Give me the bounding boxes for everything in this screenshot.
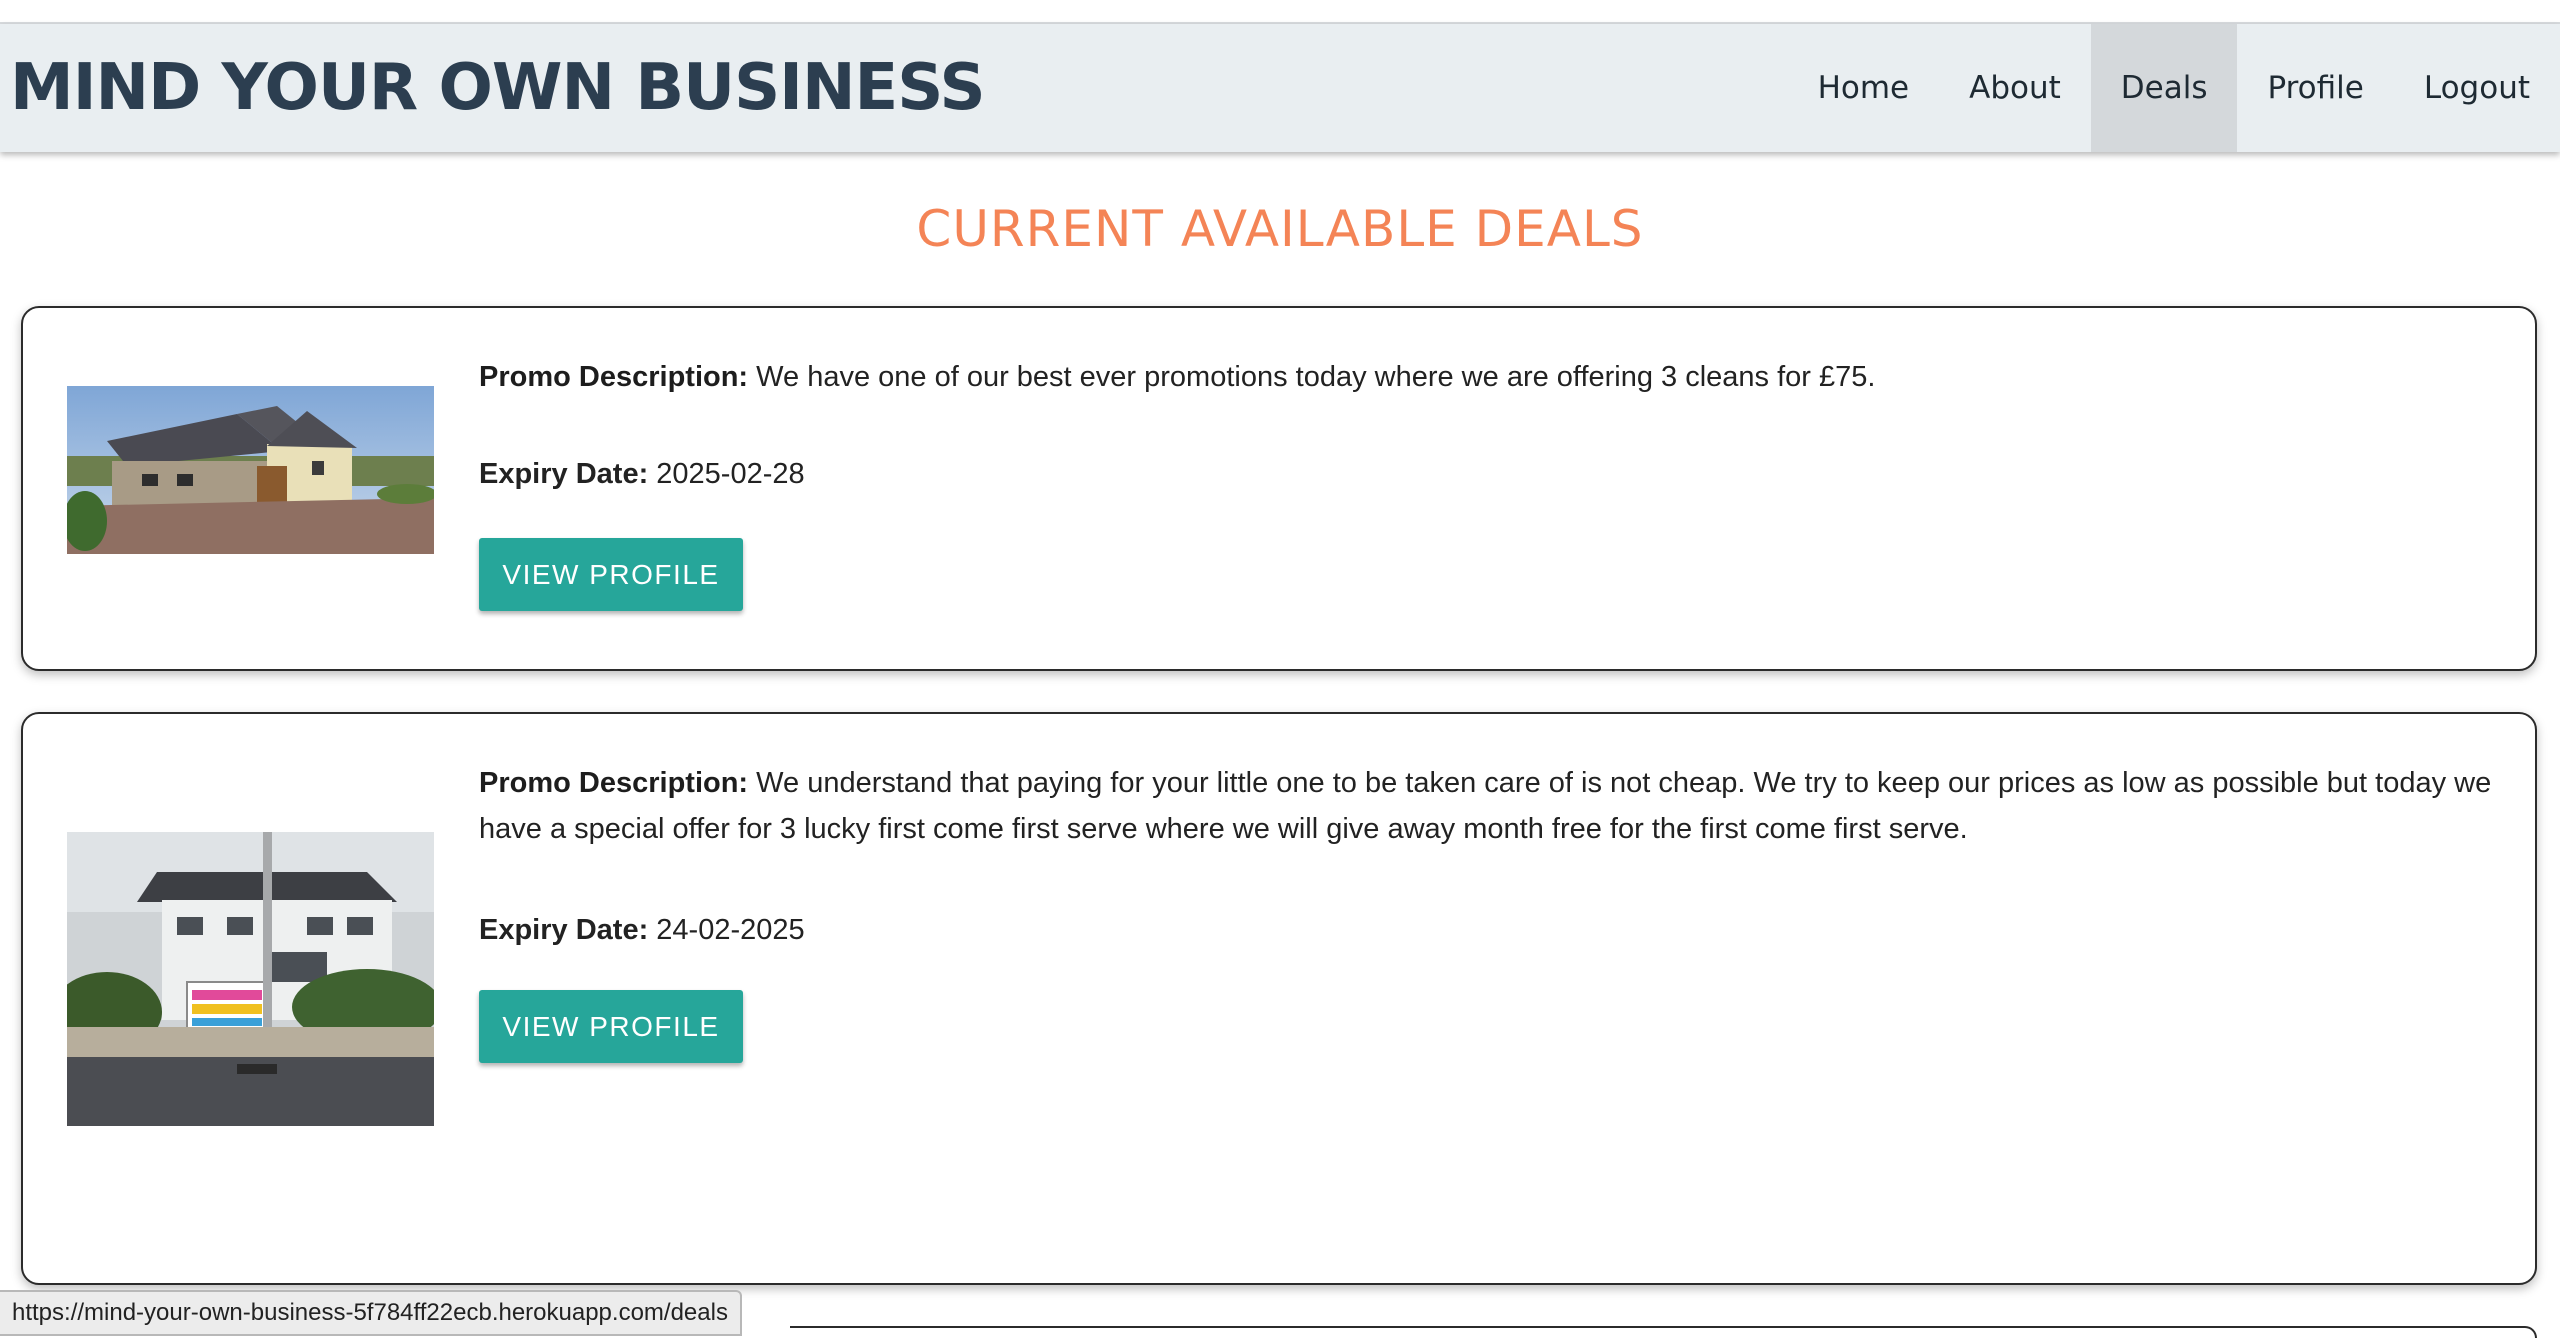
nav-link-deals[interactable]: Deals bbox=[2090, 24, 2238, 152]
promo-description: Promo Description: We understand that pa… bbox=[479, 760, 2495, 852]
promo-text: We understand that paying for your littl… bbox=[479, 767, 2492, 845]
page-title: CURRENT AVAILABLE DEALS bbox=[916, 200, 1644, 258]
view-profile-button[interactable]: VIEW PROFILE bbox=[479, 990, 743, 1063]
promo-description: Promo Description: We have one of our be… bbox=[479, 354, 2495, 400]
expiry-value: 24-02-2025 bbox=[656, 914, 805, 946]
promo-text: We have one of our best ever promotions … bbox=[756, 361, 1876, 393]
deal-card: Promo Description: We have one of our be… bbox=[21, 306, 2537, 671]
promo-label: Promo Description: bbox=[479, 767, 749, 799]
expiry-date: Expiry Date: 24-02-2025 bbox=[479, 914, 805, 947]
browser-top-strip bbox=[0, 0, 2560, 24]
expiry-label: Expiry Date: bbox=[479, 914, 649, 946]
nav-link-home[interactable]: Home bbox=[1788, 24, 1940, 152]
deal-image-nursery bbox=[67, 832, 434, 1126]
expiry-value: 2025-02-28 bbox=[656, 458, 805, 490]
expiry-label: Expiry Date: bbox=[479, 458, 649, 490]
deal-image-house bbox=[67, 386, 434, 554]
deal-card: Promo Description: We understand that pa… bbox=[21, 712, 2537, 1285]
navbar: MIND YOUR OWN BUSINESS Home About Deals … bbox=[0, 24, 2560, 152]
promo-label: Promo Description: bbox=[479, 361, 749, 393]
expiry-date: Expiry Date: 2025-02-28 bbox=[479, 458, 805, 491]
nav-links: Home About Deals Profile Logout bbox=[1788, 24, 2560, 152]
view-profile-button[interactable]: VIEW PROFILE bbox=[479, 538, 743, 611]
nav-link-logout[interactable]: Logout bbox=[2394, 24, 2560, 152]
nav-link-about[interactable]: About bbox=[1939, 24, 2091, 152]
brand-logo-text[interactable]: MIND YOUR OWN BUSINESS bbox=[10, 46, 986, 130]
nav-link-profile[interactable]: Profile bbox=[2237, 24, 2393, 152]
browser-status-bar-url: https://mind-your-own-business-5f784ff22… bbox=[0, 1290, 742, 1336]
deal-card-partial bbox=[790, 1326, 2537, 1338]
